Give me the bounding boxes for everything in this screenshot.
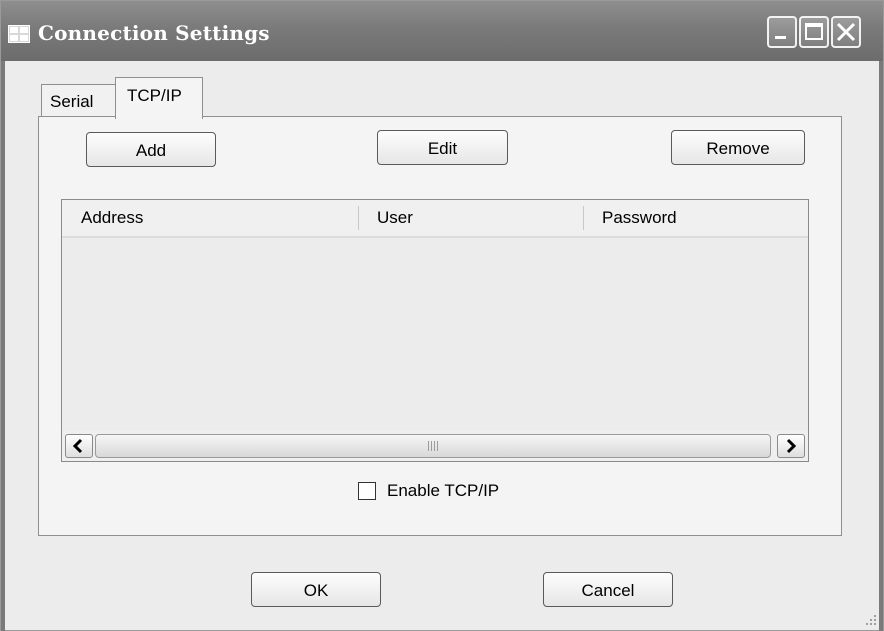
close-icon [836,22,856,42]
column-header-password[interactable]: Password [602,200,677,236]
chevron-right-icon [786,438,797,454]
column-header-address[interactable]: Address [81,200,143,236]
column-divider[interactable] [358,206,359,230]
enable-tcp-ip-checkbox[interactable] [358,482,376,500]
tab-serial-label: Serial [50,92,94,111]
window-border-right [879,61,883,631]
title-bar[interactable]: Connection Settings [1,1,883,61]
connection-settings-window: Connection Settings Serial TCP/IP Add Ed… [0,0,884,631]
window-title: Connection Settings [38,21,270,45]
list-header: Address User Password [62,200,808,238]
resize-grip-icon[interactable] [865,614,877,626]
close-button[interactable] [831,16,861,48]
column-header-user[interactable]: User [377,200,413,236]
cancel-button[interactable]: Cancel [543,572,673,607]
remove-button[interactable]: Remove [671,130,805,165]
chevron-left-icon [72,438,83,454]
tab-tcp-ip[interactable]: TCP/IP [115,77,203,119]
minimize-button[interactable] [767,16,797,48]
add-button[interactable]: Add [86,132,216,167]
tab-serial[interactable]: Serial [41,84,116,116]
ok-button[interactable]: OK [251,572,381,607]
minimize-icon [775,36,786,39]
scroll-left-button[interactable] [65,434,93,458]
tab-tcp-ip-label: TCP/IP [127,86,182,105]
window-border-left [1,61,5,631]
maximize-button[interactable] [799,16,829,48]
scroll-right-button[interactable] [777,434,805,458]
app-window-icon [8,25,30,43]
horizontal-scrollbar[interactable] [62,431,808,461]
grip-icon [428,441,440,451]
maximize-icon [805,23,823,40]
edit-button[interactable]: Edit [377,130,508,165]
scroll-thumb[interactable] [95,434,771,458]
connections-list-view[interactable]: Address User Password [61,199,809,462]
column-divider[interactable] [583,206,584,230]
enable-tcp-ip-label[interactable]: Enable TCP/IP [387,481,499,501]
